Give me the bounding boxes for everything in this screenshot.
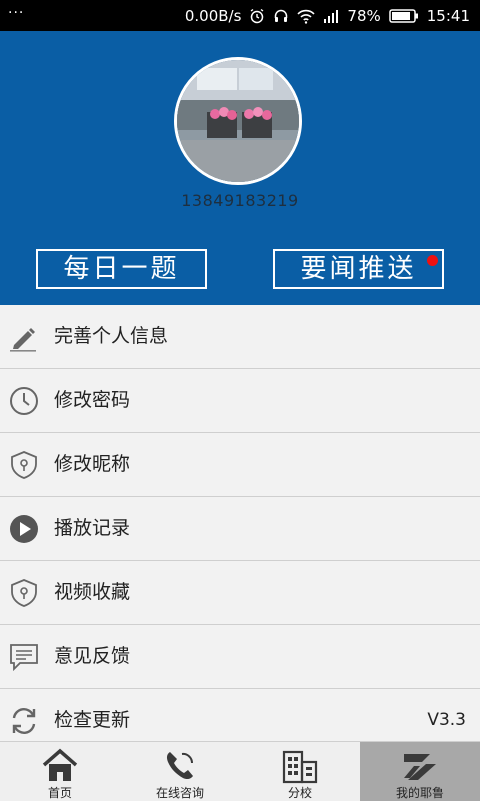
tab-label: 我的耶鲁: [395, 786, 444, 800]
home-icon: [42, 748, 78, 781]
avatar[interactable]: [174, 57, 302, 185]
news-push-label: 要闻推送: [300, 254, 417, 284]
chat-icon: [10, 644, 38, 672]
menu-item-label: 视频收藏: [54, 581, 131, 603]
menu-item-label: 播放记录: [54, 517, 131, 539]
clock-icon: [10, 387, 38, 415]
menu-item-change-password[interactable]: 修改密码: [0, 369, 480, 433]
news-push-button[interactable]: 要闻推送: [273, 249, 444, 289]
building-icon: [282, 750, 318, 784]
play-icon: [10, 515, 38, 543]
status-bar: ··· 0.00B/s 78% 15:41: [0, 0, 480, 31]
daily-question-button[interactable]: 每日一题: [36, 249, 207, 289]
signal-icon: [324, 10, 339, 23]
pencil-icon: [10, 328, 36, 352]
menu-item-feedback[interactable]: 意见反馈: [0, 625, 480, 689]
refresh-icon: [12, 708, 36, 734]
menu-item-change-nickname[interactable]: 修改昵称: [0, 433, 480, 497]
menu-item-label: 意见反馈: [54, 645, 131, 667]
alarm-icon: [251, 8, 264, 24]
headset-icon: [275, 9, 288, 22]
network-speed: 0.00B/s: [184, 7, 242, 25]
wifi-icon: [297, 9, 316, 24]
tab-label: 在线咨询: [155, 786, 204, 800]
profile-header: 13849183219 每日一题 要闻推送: [0, 31, 480, 305]
tab-my-yale[interactable]: 我的耶鲁: [360, 742, 480, 801]
avatar-photo: [177, 60, 299, 182]
menu-item-play-history[interactable]: 播放记录: [0, 497, 480, 561]
notification-dots: ···: [8, 5, 25, 21]
clock-time: 15:41: [426, 7, 470, 25]
menu-item-edit-profile[interactable]: 完善个人信息: [0, 305, 480, 369]
menu-item-label: 修改昵称: [54, 453, 131, 475]
tab-online-consult[interactable]: 在线咨询: [120, 742, 240, 801]
tab-home[interactable]: 首页: [0, 742, 120, 801]
shield-key-icon: [11, 451, 37, 479]
tab-branch-school[interactable]: 分校: [240, 742, 360, 801]
bottom-tab-bar: 首页 在线咨询 分校 我的耶鲁: [0, 741, 480, 801]
notification-badge: [427, 255, 438, 266]
user-phone: 13849183219: [181, 191, 299, 210]
menu-item-label: 完善个人信息: [54, 325, 169, 347]
battery-icon: [389, 9, 418, 23]
settings-menu: 完善个人信息 修改密码 修改昵称 播放记录 视频收藏 意见反馈 检查更新 V3.…: [0, 305, 480, 753]
tab-label: 分校: [287, 786, 312, 800]
shield-key-icon: [11, 579, 37, 607]
tab-label: 首页: [47, 786, 72, 800]
menu-item-video-favorites[interactable]: 视频收藏: [0, 561, 480, 625]
menu-item-label: 修改密码: [54, 389, 131, 411]
battery-percent: 78%: [347, 7, 381, 25]
phone-icon: [166, 752, 194, 780]
logo-icon: [404, 754, 436, 780]
